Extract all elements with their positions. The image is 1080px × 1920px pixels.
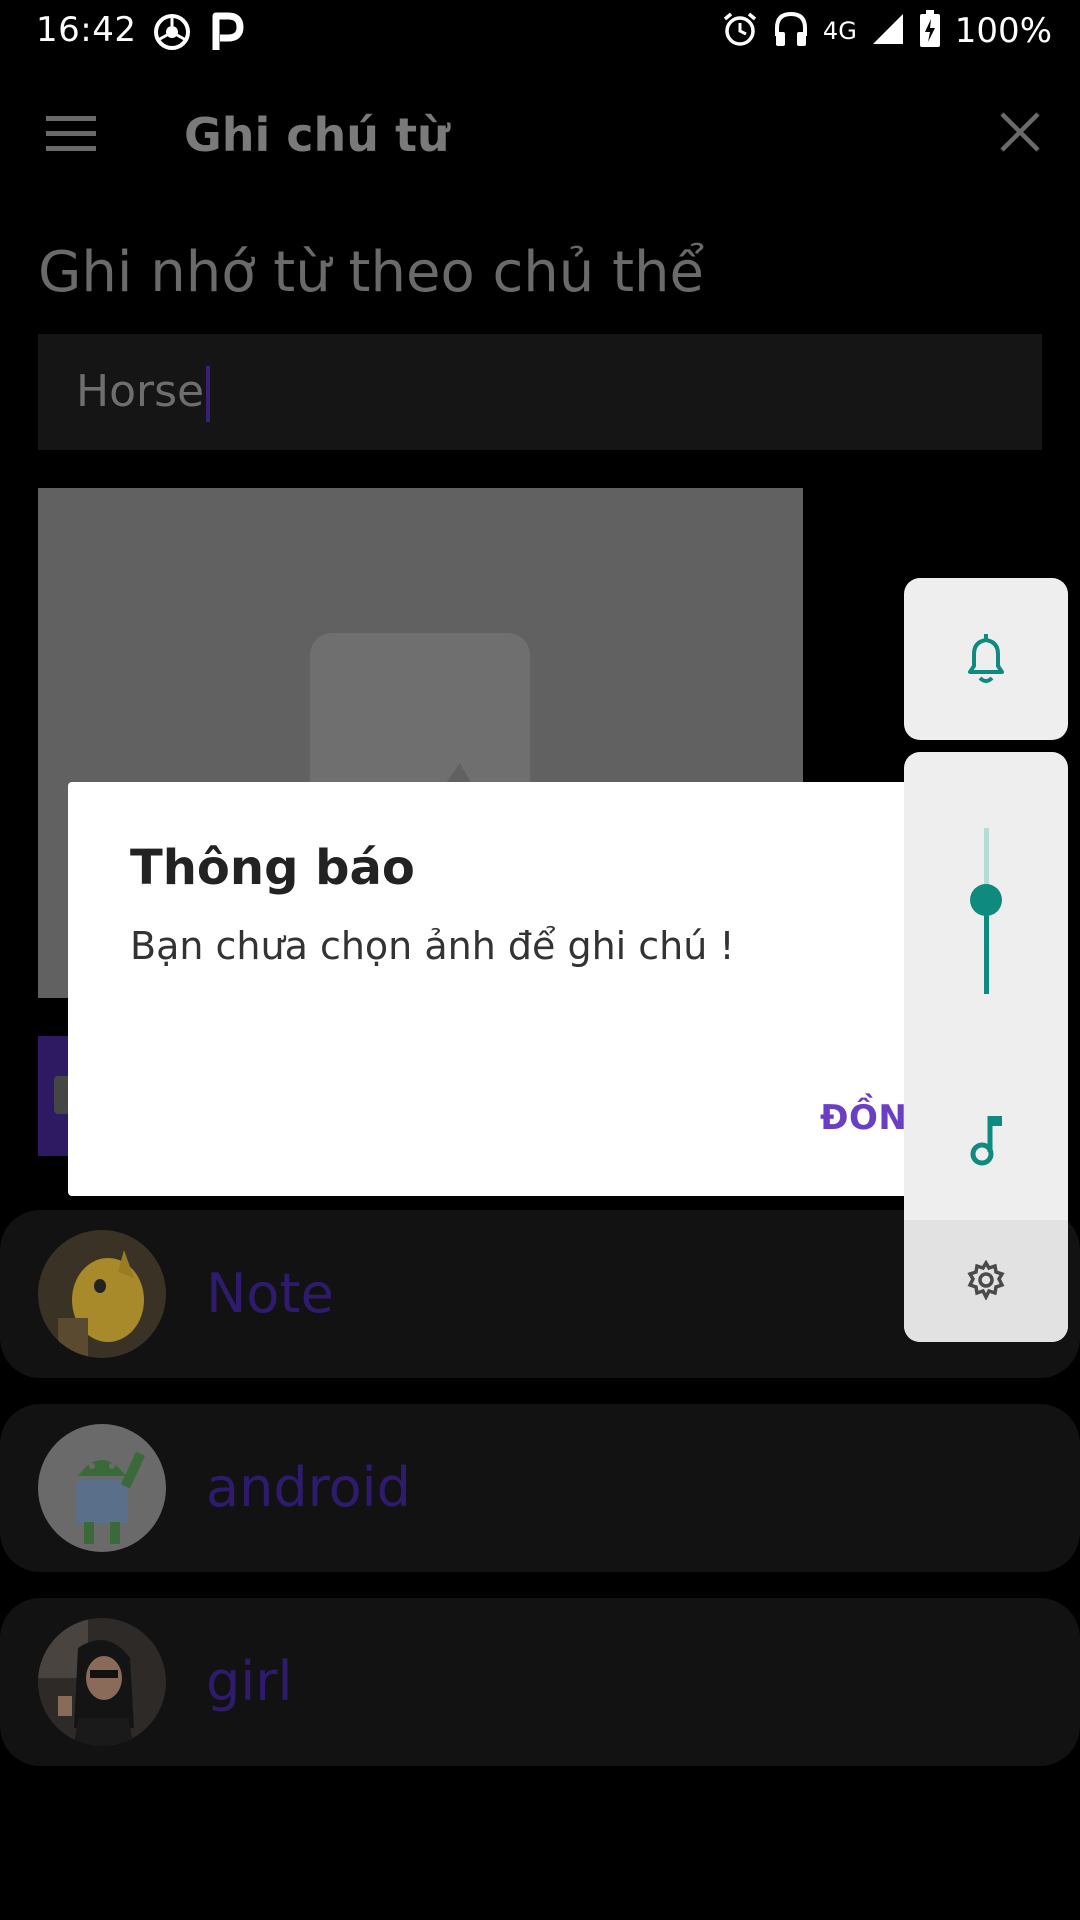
list-item-label: android bbox=[206, 1456, 411, 1519]
alert-dialog: Thông báo Bạn chưa chọn ảnh để ghi chú !… bbox=[68, 782, 1012, 1196]
settings-gear-icon[interactable] bbox=[966, 1259, 1006, 1304]
word-input[interactable]: Horse bbox=[38, 334, 1042, 450]
alarm-icon bbox=[721, 10, 759, 52]
headset-icon bbox=[773, 10, 809, 52]
status-bar: 16:42 4G 100% bbox=[0, 0, 1080, 64]
volume-slider-thumb[interactable] bbox=[970, 884, 1002, 916]
list-item-label: Note bbox=[206, 1262, 334, 1325]
bell-icon bbox=[964, 634, 1008, 690]
avatar bbox=[38, 1618, 166, 1746]
signal-icon bbox=[871, 12, 905, 50]
close-icon[interactable] bbox=[1000, 112, 1040, 156]
avatar bbox=[38, 1424, 166, 1552]
music-note-icon[interactable] bbox=[970, 1114, 1006, 1170]
status-time: 16:42 bbox=[36, 10, 137, 50]
volume-settings-area[interactable] bbox=[904, 1220, 1068, 1342]
list-item[interactable]: girl bbox=[0, 1598, 1080, 1766]
text-caret bbox=[206, 366, 211, 422]
chrome-like-icon bbox=[152, 12, 192, 56]
avatar bbox=[38, 1230, 166, 1358]
p-icon bbox=[210, 10, 244, 56]
page-title: Ghi chú từ bbox=[184, 108, 450, 162]
battery-level: 100% bbox=[954, 11, 1052, 51]
list-item[interactable]: android bbox=[0, 1404, 1080, 1572]
status-right: 4G 100% bbox=[721, 10, 1052, 52]
word-input-value: Horse bbox=[76, 366, 205, 417]
dialog-message: Bạn chưa chọn ảnh để ghi chú ! bbox=[130, 924, 735, 968]
dialog-title: Thông báo bbox=[130, 840, 415, 896]
ringer-toggle[interactable] bbox=[904, 578, 1068, 740]
network-type: 4G bbox=[822, 17, 857, 45]
menu-icon[interactable] bbox=[46, 116, 96, 156]
battery-charging-icon bbox=[919, 10, 941, 52]
section-heading: Ghi nhớ từ theo chủ thể bbox=[38, 240, 704, 305]
volume-panel bbox=[904, 752, 1068, 1342]
list-item-label: girl bbox=[206, 1650, 293, 1713]
app-toolbar bbox=[0, 64, 1080, 204]
